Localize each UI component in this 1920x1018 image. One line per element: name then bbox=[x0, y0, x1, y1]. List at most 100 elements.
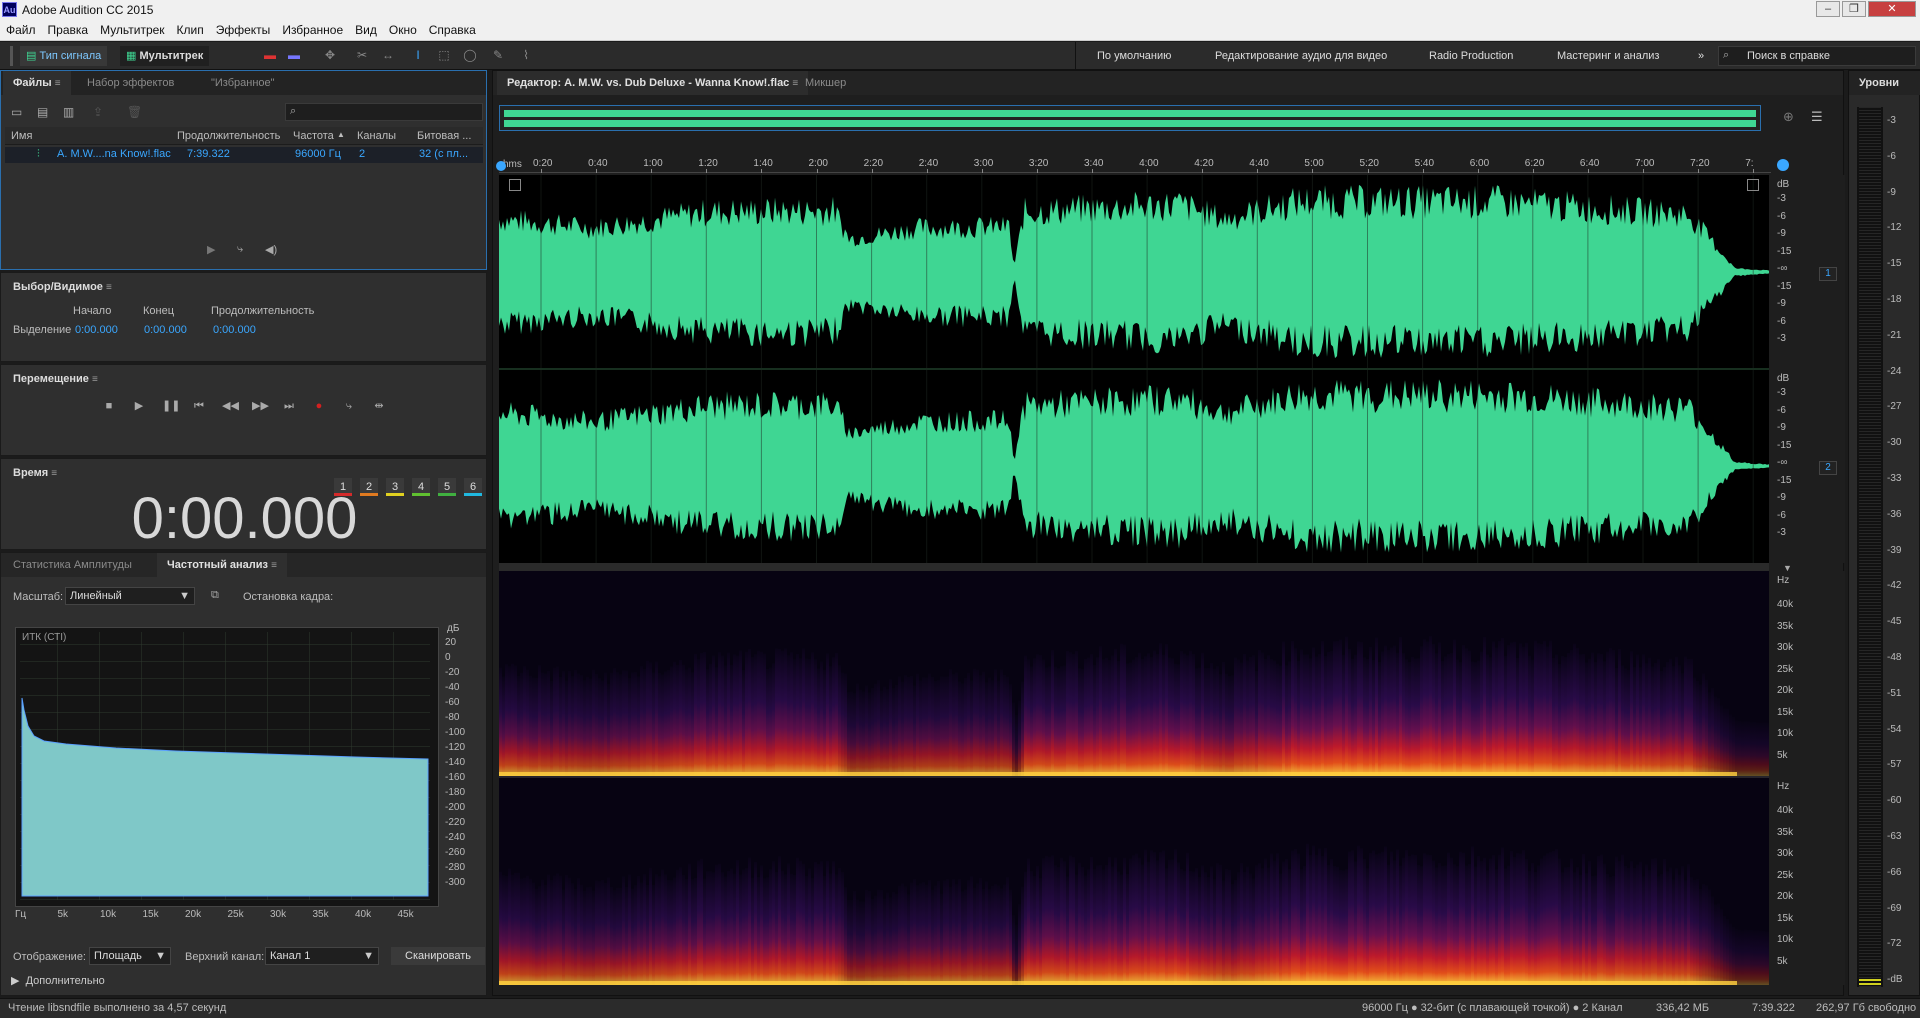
tab-editor[interactable]: Редактор: A. M.W. vs. Dub Deluxe - Wanna… bbox=[497, 71, 809, 95]
display-divider[interactable] bbox=[499, 563, 1769, 571]
fade-out-handle-icon[interactable] bbox=[1747, 179, 1759, 191]
tab-effects-rack[interactable]: Набор эффектов bbox=[77, 71, 184, 95]
workspace-video[interactable]: Редактирование аудио для видео bbox=[1205, 47, 1397, 65]
scan-button[interactable]: Сканировать bbox=[391, 947, 485, 965]
fade-in-handle-icon[interactable] bbox=[509, 179, 521, 191]
maximize-button[interactable]: ❐ bbox=[1842, 1, 1866, 17]
table-row[interactable]: ⫶ A. M.W....na Know!.flac 7:39.322 96000… bbox=[5, 147, 483, 163]
scale-select[interactable]: Линейный ▼ bbox=[65, 587, 195, 605]
minimize-button[interactable]: – bbox=[1816, 1, 1840, 17]
menu-file[interactable]: Файл bbox=[0, 20, 42, 40]
move-tool-icon[interactable]: ✥ bbox=[322, 48, 338, 62]
scale-label: Масштаб: bbox=[13, 591, 64, 603]
tab-favorites[interactable]: "Избранное" bbox=[201, 71, 285, 95]
frequency-graph: ИТК (СТI) bbox=[15, 627, 439, 907]
advanced-toggle[interactable]: ▶ Дополнительно bbox=[11, 974, 105, 987]
tab-files[interactable]: Файлы ≡ bbox=[3, 71, 71, 95]
tab-frequency-analysis[interactable]: Частотный анализ ≡ bbox=[157, 553, 287, 577]
freq-tick: 5k bbox=[57, 909, 69, 920]
workspace-radio[interactable]: Radio Production bbox=[1419, 47, 1523, 65]
playhead-icon[interactable] bbox=[496, 161, 506, 171]
selection-end-value[interactable]: 0:00.000 bbox=[144, 324, 187, 336]
spectral-display-icon[interactable]: ▬ bbox=[262, 48, 278, 62]
time-tick: 7:00 bbox=[1635, 158, 1655, 169]
level-tick: -24 bbox=[1887, 365, 1902, 377]
advanced-copy-icon[interactable]: ⧉ bbox=[211, 589, 219, 602]
multitrack-view-button[interactable]: ▦ Мультитрек bbox=[120, 46, 210, 66]
open-file-icon[interactable]: ▭ bbox=[11, 105, 22, 119]
menu-multitrack[interactable]: Мультитрек bbox=[94, 20, 170, 40]
waveform-view-button[interactable]: ▤ Тип сигнала bbox=[20, 46, 108, 66]
status-duration: 7:39.322 bbox=[1752, 1002, 1795, 1014]
menu-help[interactable]: Справка bbox=[423, 20, 482, 40]
autoplay-icon[interactable]: ◀) bbox=[265, 243, 277, 256]
menu-view[interactable]: Вид bbox=[349, 20, 383, 40]
spec-tick: 15k bbox=[1777, 912, 1794, 924]
time-selection-tool-icon[interactable]: I bbox=[410, 48, 426, 62]
hold-frame-button-1[interactable]: 1 bbox=[334, 478, 352, 496]
spectral-display[interactable] bbox=[499, 571, 1769, 985]
spec-tick: 30k bbox=[1777, 642, 1794, 653]
hold-frame-button-5[interactable]: 5 bbox=[438, 478, 456, 496]
stop-icon[interactable]: ■ bbox=[102, 399, 116, 413]
slip-tool-icon[interactable]: ↔ bbox=[380, 48, 396, 62]
hold-frame-button-2[interactable]: 2 bbox=[360, 478, 378, 496]
menu-effects[interactable]: Эффекты bbox=[210, 20, 277, 40]
display-select[interactable]: Площадь ▼ bbox=[89, 947, 171, 965]
pause-icon[interactable]: ❚❚ bbox=[162, 399, 180, 413]
lasso-tool-icon[interactable]: ◯ bbox=[462, 48, 478, 62]
hold-frame-button-3[interactable]: 3 bbox=[386, 478, 404, 496]
fast-forward-icon[interactable]: ▶▶ bbox=[252, 399, 269, 413]
workspace-default[interactable]: По умолчанию bbox=[1087, 47, 1181, 65]
menu-clip[interactable]: Клип bbox=[171, 20, 210, 40]
files-search-input[interactable]: ⌕ bbox=[285, 103, 483, 121]
workspaces-more-button[interactable]: » bbox=[1688, 47, 1714, 65]
overview-navigator[interactable] bbox=[499, 105, 1761, 131]
snap-indicator-icon[interactable] bbox=[1777, 159, 1789, 171]
channel-2-toggle[interactable]: 2 bbox=[1819, 461, 1837, 475]
zoom-in-icon[interactable]: ⊕ bbox=[1783, 109, 1794, 125]
import-file-icon[interactable]: ▤ bbox=[37, 105, 48, 119]
tab-amplitude-stats[interactable]: Статистика Амплитуды bbox=[3, 553, 142, 577]
skip-back-icon[interactable]: ⏮ bbox=[192, 399, 206, 413]
loop-preview-icon[interactable]: ⤷ bbox=[237, 243, 243, 256]
spot-healing-icon[interactable]: ⌇ bbox=[518, 48, 534, 62]
close-button[interactable]: ✕ bbox=[1868, 1, 1916, 17]
hold-frame-button-6[interactable]: 6 bbox=[464, 478, 482, 496]
rewind-icon[interactable]: ◀◀ bbox=[222, 399, 239, 413]
menu-favorites[interactable]: Избранное bbox=[276, 20, 349, 40]
marquee-tool-icon[interactable]: ⬚ bbox=[436, 48, 452, 62]
col-name[interactable]: Имя bbox=[11, 130, 32, 142]
tab-mixer[interactable]: Микшер bbox=[795, 71, 856, 95]
hold-frame-button-4[interactable]: 4 bbox=[412, 478, 430, 496]
loop-playback-icon[interactable]: ⤷ bbox=[342, 399, 356, 413]
new-file-icon[interactable]: ▥ bbox=[63, 105, 74, 119]
play-preview-icon[interactable]: ▶ bbox=[207, 243, 215, 256]
wave-db-tick: -3 bbox=[1777, 387, 1786, 398]
col-rate[interactable]: Частота bbox=[293, 130, 334, 142]
razor-tool-icon[interactable]: ✂ bbox=[354, 48, 370, 62]
brush-tool-icon[interactable]: ✎ bbox=[490, 48, 506, 62]
col-channels[interactable]: Каналы bbox=[357, 130, 396, 142]
skip-forward-icon[interactable]: ⏭ bbox=[282, 399, 296, 413]
help-search-field[interactable]: ⌕ Поиск в справке bbox=[1718, 46, 1916, 66]
selection-duration-value[interactable]: 0:00.000 bbox=[213, 324, 256, 336]
menu-edit[interactable]: Правка bbox=[42, 20, 95, 40]
channel-select[interactable]: Канал 1 ▼ bbox=[265, 947, 379, 965]
record-icon[interactable]: ● bbox=[312, 399, 326, 413]
waveform-display[interactable] bbox=[499, 175, 1769, 563]
selection-start-value[interactable]: 0:00.000 bbox=[75, 324, 118, 336]
menu-window[interactable]: Окно bbox=[383, 20, 423, 40]
panel-menu-icon[interactable]: ☰ bbox=[1811, 109, 1823, 125]
level-tick: -42 bbox=[1887, 580, 1902, 592]
pitch-display-icon[interactable]: ▬ bbox=[286, 48, 302, 62]
graph-title: ИТК (СТI) bbox=[22, 632, 67, 643]
col-bitdepth[interactable]: Битовая ... bbox=[417, 130, 471, 142]
workspace-mastering[interactable]: Мастеринг и анализ bbox=[1547, 47, 1669, 65]
channel-1-toggle[interactable]: 1 bbox=[1819, 267, 1837, 281]
waveform-file-icon: ⫶ bbox=[37, 148, 40, 160]
time-ruler[interactable]: hms 0:20 0:40 1:00 1:20 1:40 2:00 2:20 2:40 3:00… bbox=[499, 157, 1771, 173]
play-icon[interactable]: ▶ bbox=[132, 399, 146, 413]
skip-selection-icon[interactable]: ⇹ bbox=[372, 399, 386, 413]
col-duration[interactable]: Продолжительность bbox=[177, 130, 280, 142]
